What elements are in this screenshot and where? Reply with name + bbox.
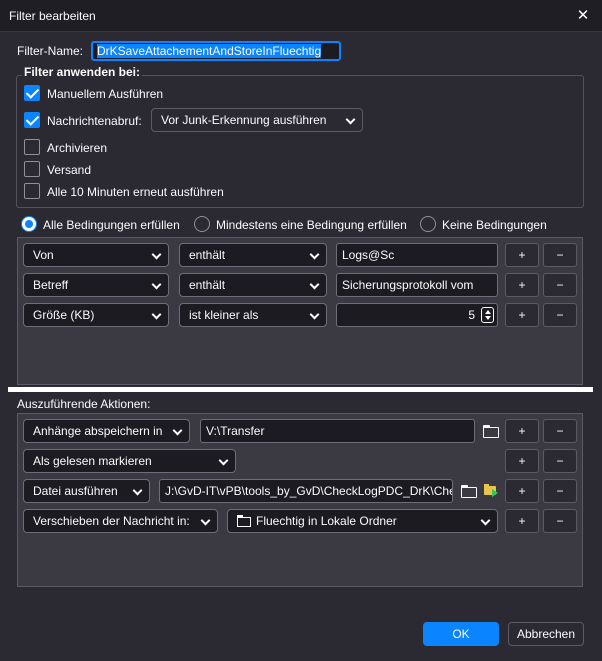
remove-action-button[interactable]: − [543,479,577,503]
condition-field-value: Von [33,248,54,262]
action-type-dropdown[interactable]: Anhänge abspeichern in [23,419,190,443]
save-attachments-path-input[interactable]: V:\Transfer [200,419,475,443]
stepper-arrows-icon[interactable] [481,307,494,323]
remove-condition-button[interactable]: − [543,273,577,297]
condition-operator-dropdown[interactable]: enthält [179,243,327,267]
condition-field-dropdown[interactable]: Von [23,243,169,267]
condition-number-value: 5 [468,308,475,322]
archive-label: Archivieren [47,141,108,155]
manual-run-label: Manuellem Ausführen [47,87,164,101]
action-type-value: Anhänge abspeichern in [33,424,163,438]
match-none-label: Keine Bedingungen [442,218,547,232]
action-type-value: Verschieben der Nachricht in: [33,514,190,528]
condition-operator-value: enthält [189,248,226,262]
chevron-down-icon [218,455,229,466]
condition-operator-dropdown[interactable]: ist kleiner als [179,303,327,327]
add-condition-button[interactable]: + [505,243,539,267]
condition-number-input[interactable]: 5 [336,303,498,327]
action-type-dropdown[interactable]: Als gelesen markieren [23,449,236,473]
match-any-label: Mindestens eine Bedingung erfüllen [216,218,407,232]
send-label: Versand [47,163,92,177]
action-type-dropdown[interactable]: Datei ausführen [23,479,150,503]
action-type-value: Als gelesen markieren [33,454,152,468]
chevron-down-icon [480,515,491,526]
add-action-button[interactable]: + [505,419,539,443]
folder-icon[interactable] [461,485,477,498]
match-none-radio[interactable] [420,216,436,232]
condition-value-input[interactable]: Logs@Sc [336,243,498,267]
condition-field-dropdown[interactable]: Betreff [23,273,169,297]
cancel-button[interactable]: Abbrechen [508,622,584,646]
action-type-dropdown[interactable]: Verschieben der Nachricht in: [23,509,218,533]
conditions-list[interactable]: Von enthält Logs@Sc + − Betreff enthält … [17,237,583,385]
target-folder-dropdown[interactable]: Fluechtig in Lokale Ordner [227,509,498,533]
fetch-timing-dropdown[interactable]: Vor Junk-Erkennung ausführen [151,108,363,132]
condition-field-dropdown[interactable]: Größe (KB) [23,303,169,327]
fetch-checkbox[interactable] [24,112,40,128]
add-condition-button[interactable]: + [505,273,539,297]
filter-name-label: Filter-Name: [17,44,84,58]
folder-icon[interactable] [483,425,499,438]
condition-operator-dropdown[interactable]: enthält [179,273,327,297]
run-file-path-input[interactable]: J:\GvD-IT\vPB\tools_by_GvD\CheckLogPDC_D… [159,479,453,503]
chevron-down-icon [151,249,162,260]
condition-field-value: Betreff [33,278,69,292]
chevron-down-icon [172,425,183,436]
remove-action-button[interactable]: − [543,509,577,533]
apply-group-legend: Filter anwenden bei: [22,65,143,79]
window-title: Filter bearbeiten [9,9,96,23]
condition-operator-value: enthält [189,278,226,292]
chevron-down-icon [200,515,211,526]
title-bar: Filter bearbeiten ✕ [0,0,602,32]
chevron-down-icon [151,309,162,320]
fetch-label: Nachrichtenabruf: [47,114,142,128]
archive-checkbox[interactable] [24,139,40,155]
pane-splitter[interactable] [8,387,593,392]
remove-action-button[interactable]: − [543,449,577,473]
chevron-down-icon [309,249,320,260]
remove-condition-button[interactable]: − [543,303,577,327]
actions-list[interactable]: Anhänge abspeichern in V:\Transfer + − A… [17,413,583,587]
manual-run-checkbox[interactable] [24,85,40,101]
condition-field-value: Größe (KB) [33,308,95,322]
folder-icon [237,515,251,527]
actions-label: Auszuführende Aktionen: [17,397,151,411]
target-folder-value: Fluechtig in Lokale Ordner [256,514,397,528]
periodic-label: Alle 10 Minuten erneut ausführen [47,185,224,199]
send-checkbox[interactable] [24,161,40,177]
match-all-radio[interactable] [21,216,37,232]
condition-operator-value: ist kleiner als [189,308,259,322]
chevron-down-icon [309,279,320,290]
periodic-checkbox[interactable] [24,183,40,199]
filter-name-value: DrKSaveAttachementAndStoreInFluechtig [97,44,322,58]
chevron-down-icon [151,279,162,290]
add-condition-button[interactable]: + [505,303,539,327]
match-all-label: Alle Bedingungen erfüllen [43,218,180,232]
fetch-timing-value: Vor Junk-Erkennung ausführen [161,113,327,127]
add-action-button[interactable]: + [505,449,539,473]
action-type-value: Datei ausführen [33,484,118,498]
chevron-down-icon [345,114,356,125]
add-action-button[interactable]: + [505,479,539,503]
run-file-icon[interactable] [484,483,500,497]
close-icon[interactable]: ✕ [572,5,594,27]
chevron-down-icon [132,485,143,496]
remove-condition-button[interactable]: − [543,243,577,267]
remove-action-button[interactable]: − [543,419,577,443]
match-any-radio[interactable] [194,216,210,232]
filter-name-input[interactable]: DrKSaveAttachementAndStoreInFluechtig [91,41,341,61]
ok-button[interactable]: OK [423,622,499,646]
condition-value-input[interactable]: Sicherungsprotokoll vom [336,273,498,297]
chevron-down-icon [309,309,320,320]
add-action-button[interactable]: + [505,509,539,533]
